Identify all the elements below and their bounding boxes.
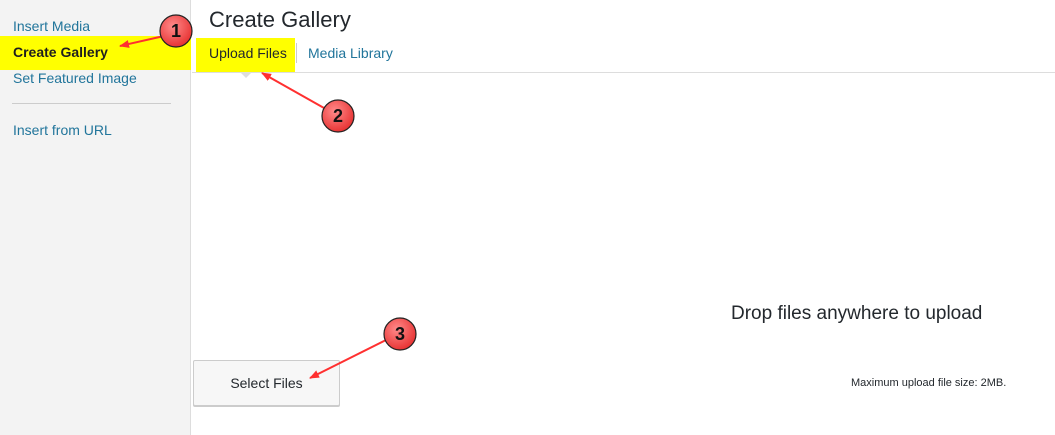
badge-3: 3 [383, 317, 417, 351]
max-upload-size: Maximum upload file size: 2MB. [851, 377, 1007, 389]
badge-2: 2 [321, 99, 355, 133]
frame-title: Create Gallery [209, 7, 351, 32]
menu-item-insert-from-url[interactable]: Insert from URL [13, 122, 112, 138]
menu-item-set-featured-image[interactable]: Set Featured Image [13, 70, 137, 86]
menu-item-create-gallery[interactable]: Create Gallery [13, 44, 108, 60]
arrow-2 [261, 72, 325, 109]
tab-divider [296, 43, 297, 63]
tab-upload-files[interactable]: Upload Files [209, 45, 287, 61]
menu-separator [12, 103, 171, 104]
media-menu: Insert Media Create Gallery Set Featured… [0, 0, 191, 435]
badge-3-label: 3 [395, 324, 405, 344]
menu-item-insert-media[interactable]: Insert Media [13, 18, 90, 34]
badge-2-label: 2 [333, 106, 343, 126]
tab-media-library[interactable]: Media Library [308, 45, 393, 61]
active-tab-caret [240, 72, 252, 78]
select-files-button[interactable]: Select Files [193, 360, 340, 406]
drop-instructions: Drop files anywhere to upload [731, 303, 983, 324]
router-border [192, 72, 1055, 73]
